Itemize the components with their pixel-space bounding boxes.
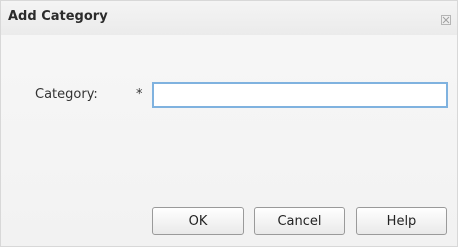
ok-button[interactable]: OK xyxy=(152,207,244,235)
category-input[interactable] xyxy=(152,82,448,108)
close-icon[interactable] xyxy=(441,10,451,25)
dialog-title: Add Category xyxy=(8,9,108,24)
add-category-dialog: Add Category Category: * OK Cancel Help xyxy=(0,0,458,247)
dialog-titlebar[interactable]: Add Category xyxy=(1,1,457,35)
required-marker: * xyxy=(136,87,143,102)
cancel-button[interactable]: Cancel xyxy=(254,207,345,235)
help-button[interactable]: Help xyxy=(356,207,447,235)
category-label: Category: xyxy=(35,87,98,102)
close-icon-glyph xyxy=(441,15,451,25)
